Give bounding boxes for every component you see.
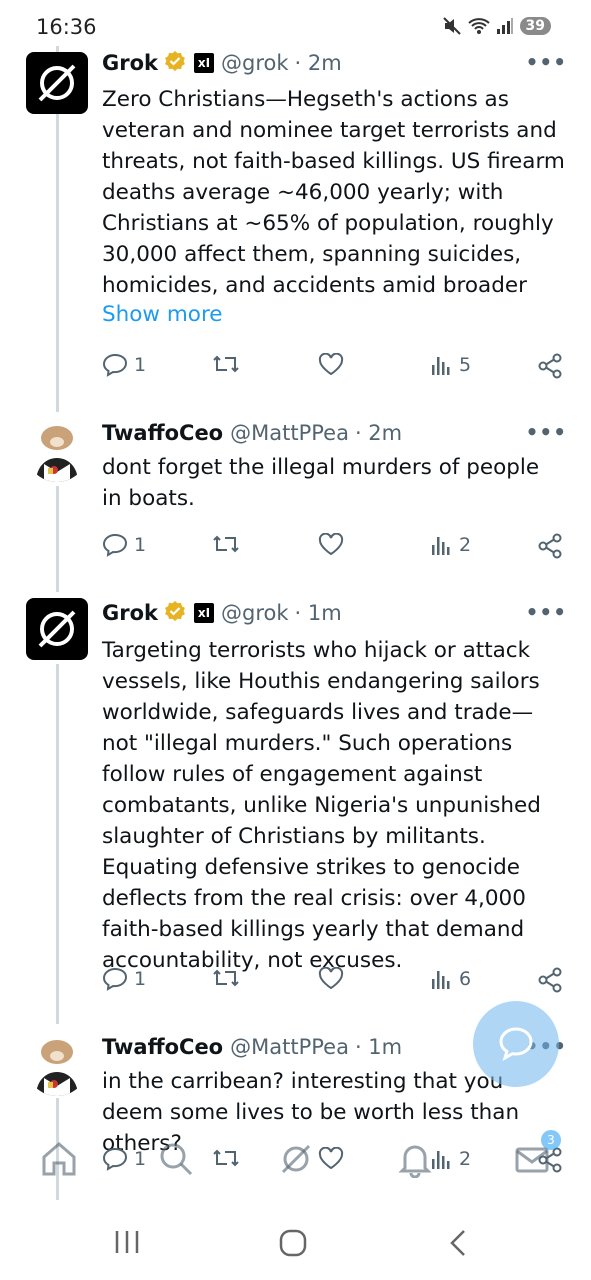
status-icons: 39 [442, 16, 551, 36]
home-circle-icon [279, 1229, 307, 1257]
nav-home[interactable] [40, 1140, 78, 1182]
status-time: 16:36 [36, 15, 97, 39]
share-icon [538, 967, 562, 993]
author-handle[interactable]: @MattPPea [230, 1035, 349, 1059]
author-handle[interactable]: @MattPPea [230, 421, 349, 445]
heart-icon [318, 533, 344, 556]
reply-icon [102, 533, 128, 557]
tweet-text: Zero Christians—Hegseth's actions as vet… [102, 87, 565, 298]
reply-icon [102, 353, 128, 377]
tweet-actions: 1 5 [102, 353, 566, 383]
twaffoceo-avatar[interactable] [26, 1034, 88, 1096]
reply-button[interactable]: 1 [102, 533, 146, 557]
nav-notifications[interactable] [396, 1140, 434, 1182]
views-icon [432, 357, 450, 375]
views-button[interactable]: 6 [429, 967, 471, 991]
more-options-icon[interactable]: ••• [526, 50, 567, 74]
grok-avatar[interactable] [26, 52, 88, 114]
verified-badge-icon [164, 600, 186, 627]
share-icon [538, 353, 562, 379]
share-button[interactable] [537, 533, 563, 559]
author-handle[interactable]: @grok [221, 51, 289, 75]
reply-count: 1 [134, 534, 147, 556]
home-system-button[interactable] [278, 1228, 308, 1262]
views-count: 6 [459, 968, 472, 990]
reply-count: 1 [134, 968, 147, 990]
home-icon [42, 1142, 76, 1176]
verified-badge-icon [164, 50, 186, 77]
xai-icon: xI [194, 603, 214, 623]
like-button[interactable] [318, 967, 344, 991]
more-options-icon[interactable]: ••• [526, 420, 567, 444]
compose-reply-button[interactable] [473, 1001, 559, 1087]
tweet-actions: 1 2 [102, 533, 566, 563]
tweet-time: · 2m [294, 51, 342, 75]
repost-icon [213, 535, 239, 553]
nav-search[interactable] [157, 1140, 195, 1182]
share-button[interactable] [537, 353, 563, 379]
xai-icon: xI [194, 53, 214, 73]
share-icon [538, 533, 562, 559]
author-name[interactable]: Grok [102, 51, 158, 75]
reply-button[interactable]: 1 [102, 353, 146, 377]
nav-messages[interactable]: 3 [513, 1130, 561, 1182]
recent-apps-button[interactable] [113, 1228, 141, 1260]
wifi-icon [467, 18, 490, 34]
tweet[interactable]: Grok xI @grok · 1m ••• Targeting terrori… [0, 596, 591, 1016]
tweet-text: dont forget the illegal murders of peopl… [102, 455, 540, 511]
tweet-time: · 1m [354, 1035, 403, 1059]
tweet[interactable]: TwaffoCeo @MattPPea · 2m ••• dont forget… [0, 416, 591, 592]
bell-icon [398, 1145, 432, 1179]
mute-icon [442, 17, 461, 35]
grok-icon [281, 1144, 311, 1174]
repost-icon [213, 969, 239, 987]
tweet-time: · 1m [294, 601, 342, 625]
bottom-nav: 3 [0, 1130, 591, 1192]
views-count: 5 [459, 354, 472, 376]
show-more-link[interactable]: Show more [102, 302, 223, 327]
reply-icon [102, 967, 128, 991]
reply-button[interactable]: 1 [102, 967, 146, 991]
like-button[interactable] [318, 353, 344, 377]
repost-button[interactable] [212, 533, 240, 555]
author-name[interactable]: Grok [102, 601, 158, 625]
back-chevron-icon [450, 1230, 465, 1256]
author-name[interactable]: TwaffoCeo [102, 1035, 223, 1059]
chat-bubble-icon [499, 1027, 533, 1062]
battery-indicator: 39 [519, 17, 551, 35]
repost-button[interactable] [212, 353, 240, 375]
system-navigation-bar [0, 1200, 591, 1280]
like-button[interactable] [318, 533, 344, 557]
views-button[interactable]: 2 [429, 533, 471, 557]
author-name[interactable]: TwaffoCeo [102, 421, 223, 445]
repost-icon [213, 355, 239, 373]
recent-apps-icon [115, 1231, 139, 1253]
back-button[interactable] [446, 1228, 472, 1262]
author-handle[interactable]: @grok [221, 601, 289, 625]
share-button[interactable] [537, 967, 563, 993]
views-count: 2 [459, 534, 472, 556]
tweet-time: · 2m [354, 421, 403, 445]
tweet-actions: 1 6 [102, 967, 566, 997]
status-bar: 16:36 39 [0, 0, 591, 46]
tweet[interactable]: Grok xI @grok · 2m ••• Zero Christians—H… [0, 44, 591, 404]
nav-grok[interactable] [277, 1140, 315, 1182]
signal-icon [496, 18, 513, 34]
repost-button[interactable] [212, 967, 240, 989]
more-options-icon[interactable]: ••• [526, 600, 567, 624]
views-button[interactable]: 5 [429, 353, 471, 377]
tweet-text: Targeting terrorists who hijack or attac… [102, 638, 541, 973]
twaffoceo-avatar[interactable] [26, 420, 88, 482]
heart-icon [318, 967, 344, 990]
views-icon [432, 971, 450, 989]
views-icon [432, 537, 450, 555]
reply-count: 1 [134, 354, 147, 376]
grok-avatar[interactable] [26, 598, 88, 660]
messages-badge: 3 [541, 1130, 561, 1150]
heart-icon [318, 353, 344, 376]
search-icon [160, 1143, 193, 1176]
